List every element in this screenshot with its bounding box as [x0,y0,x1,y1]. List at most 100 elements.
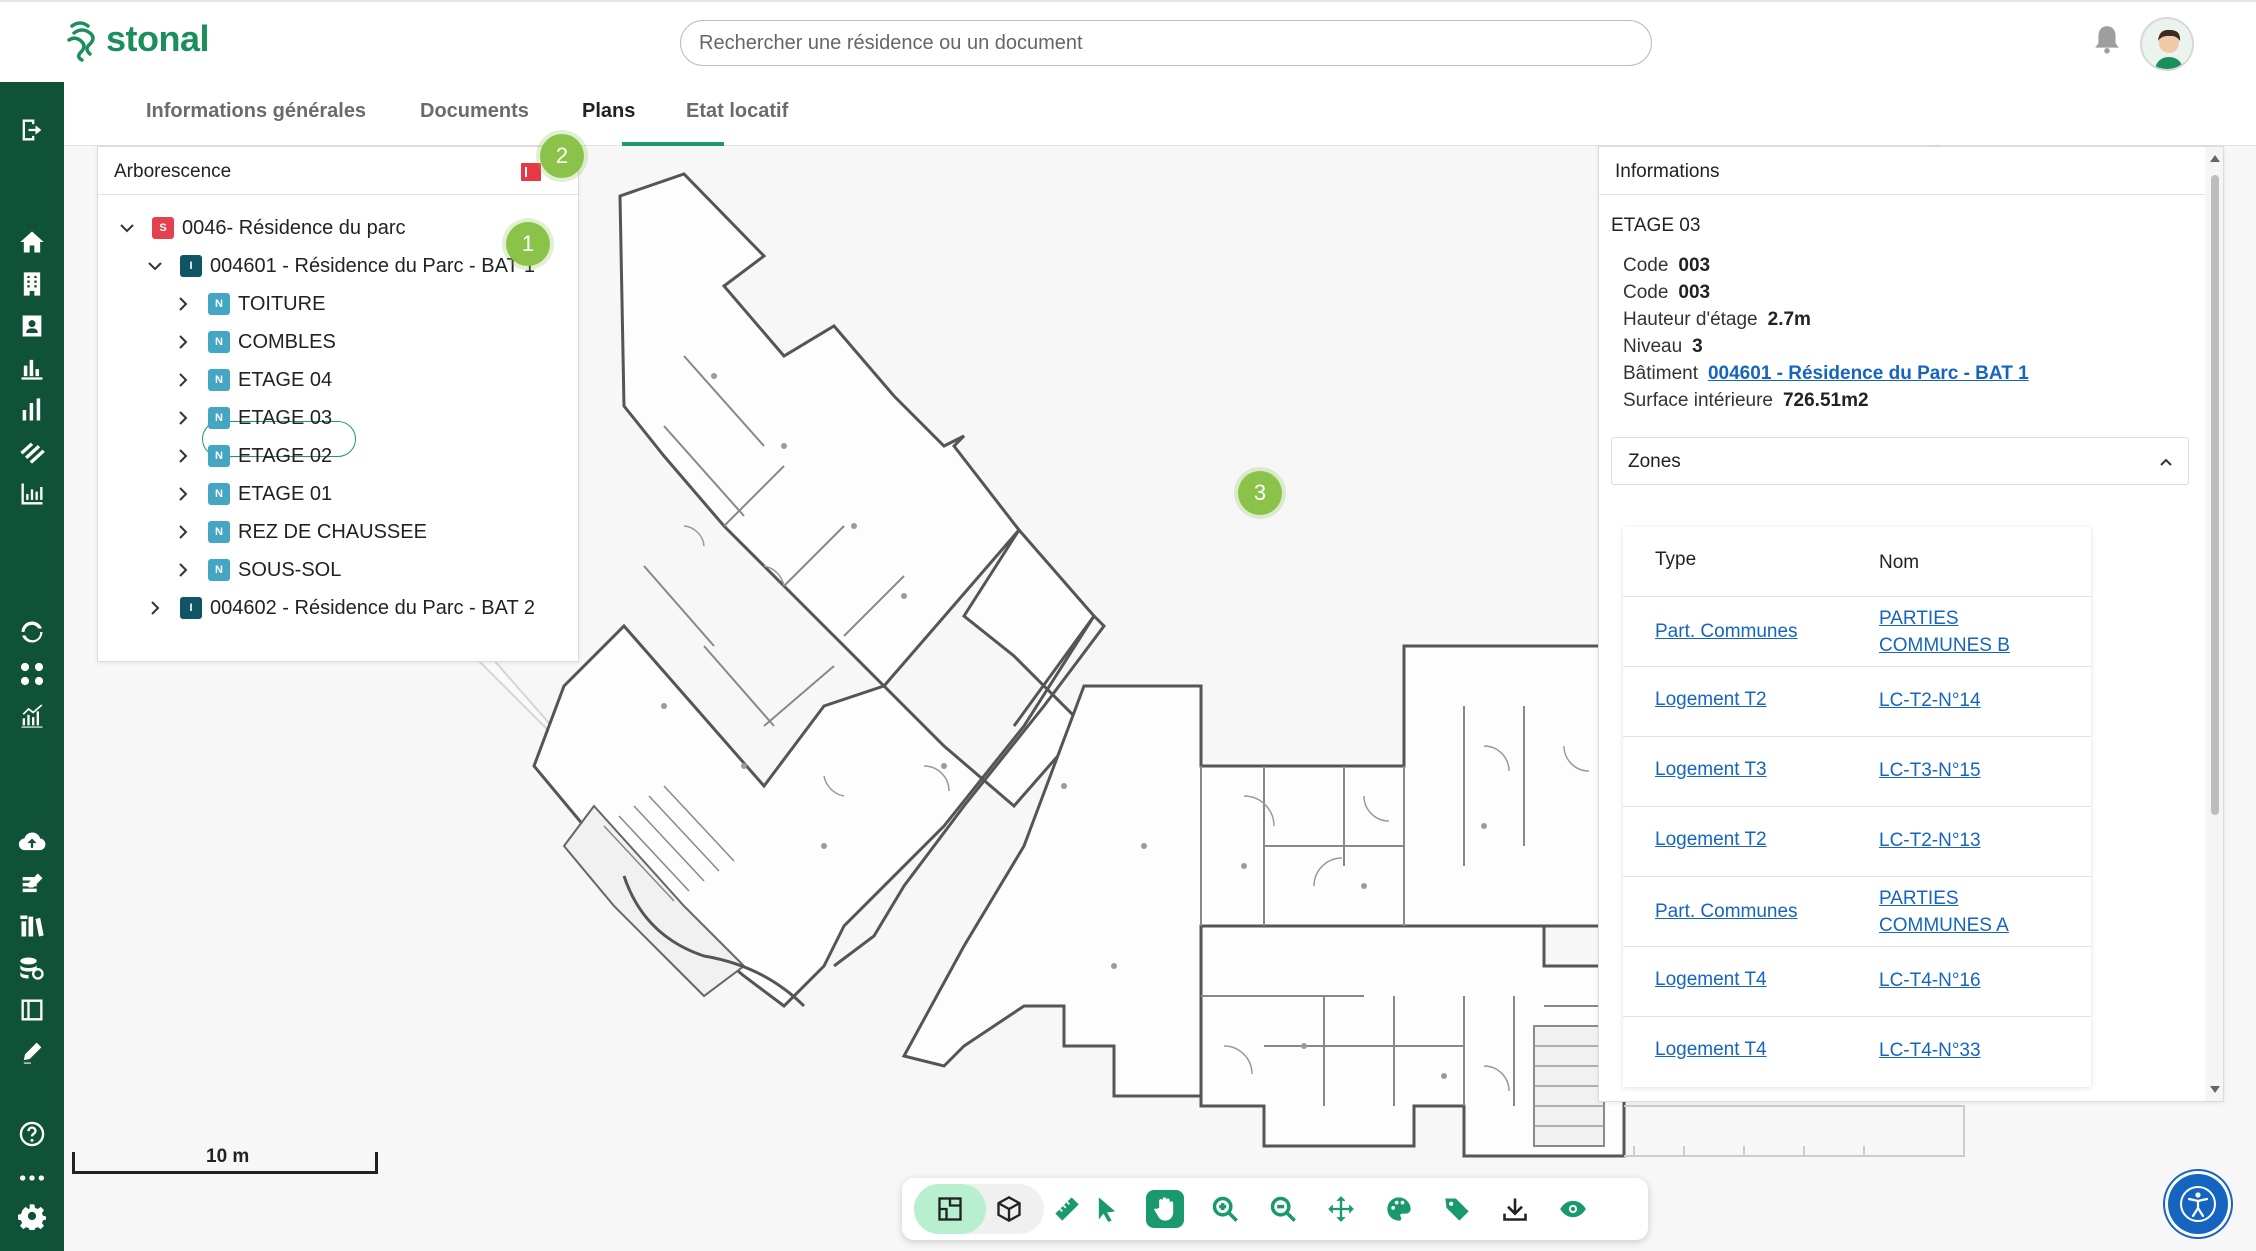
search-input[interactable] [680,20,1652,66]
tab-plans[interactable]: Plans [582,82,635,146]
tree-item-label: ETAGE 03 [238,406,333,429]
eye-icon[interactable] [1554,1190,1592,1228]
zoom-in-icon[interactable] [1206,1190,1244,1228]
bell-icon[interactable] [2094,24,2120,54]
table-row: Part. Communes PARTIES COMMUNES B [1623,597,2091,667]
chevron-right-icon[interactable] [174,371,192,389]
analytics-icon[interactable] [16,478,48,510]
chevron-right-icon[interactable] [174,333,192,351]
level-badge: N [208,407,230,429]
home-icon[interactable] [16,226,48,258]
chevron-down-icon[interactable] [118,219,136,237]
tree-item-bat1[interactable]: I 004601 - Résidence du Parc - BAT 1 [146,251,535,281]
chevron-right-icon[interactable] [174,409,192,427]
accessibility-button[interactable] [2168,1174,2228,1234]
zone-type-link[interactable]: Logement T4 [1655,969,1767,991]
zone-name-link[interactable]: LC-T2-N°14 [1879,687,2059,714]
tab-etat-locatif[interactable]: Etat locatif [686,82,788,146]
tree-item-combles[interactable]: N COMBLES [174,327,336,357]
building-badge: I [180,597,202,619]
logout-icon[interactable] [16,114,48,146]
tree-item-etage-03[interactable]: N ETAGE 03 [174,403,332,433]
chevron-right-icon[interactable] [174,523,192,541]
zone-name-link[interactable]: LC-T4-N°16 [1879,967,2059,994]
avatar[interactable] [2140,17,2194,71]
info-heading: ETAGE 03 [1611,215,1701,236]
tree-item-sous-sol[interactable]: N SOUS-SOL [174,555,341,585]
zone-type-link[interactable]: Logement T2 [1655,689,1767,711]
zones-label: Zones [1628,451,1681,472]
zone-type-link[interactable]: Logement T4 [1655,1039,1767,1061]
tab-informations-generales[interactable]: Informations générales [146,82,366,146]
tree-item-etage-02[interactable]: N ETAGE 02 [174,441,332,471]
tree-item-rez-de-chaussee[interactable]: N REZ DE CHAUSSEE [174,517,427,547]
chevron-right-icon[interactable] [146,599,164,617]
level-badge: N [208,483,230,505]
hand-pan-icon[interactable] [1146,1190,1184,1228]
tab-documents[interactable]: Documents [420,82,529,146]
building-icon[interactable] [16,268,48,300]
zone-type-link[interactable]: Part. Communes [1655,621,1798,643]
tree-item-label: COMBLES [238,330,336,353]
tree-item-toiture[interactable]: N TOITURE [174,289,325,319]
bar-chart-icon[interactable] [16,352,48,384]
zones-accordion[interactable]: Zones [1611,437,2189,485]
pointer-icon[interactable] [1088,1190,1126,1228]
table-row: Logement T3 LC-T3-N°15 [1623,737,2091,807]
chevron-down-icon[interactable] [146,257,164,275]
palette-icon[interactable] [1380,1190,1418,1228]
help-icon[interactable] [16,1118,48,1150]
info-field-building: Bâtiment 004601 - Résidence du Parc - BAT… [1623,363,2029,384]
chevron-up-icon[interactable] [2158,454,2174,470]
tree-item-label: TOITURE [238,292,326,315]
zone-type-link[interactable]: Logement T3 [1655,759,1767,781]
layers-icon[interactable] [16,436,48,468]
tree-item-bat2[interactable]: I 004602 - Résidence du Parc - BAT 2 [146,593,535,623]
zone-type-link[interactable]: Logement T2 [1655,829,1767,851]
stonal-logo[interactable]: stonal [66,16,210,62]
library-icon[interactable] [16,910,48,942]
table-header: Type Nom [1623,527,2091,597]
scroll-up-icon[interactable] [2209,153,2221,163]
tree-item-etage-01[interactable]: N ETAGE 01 [174,479,332,509]
tree-item-etage-04[interactable]: N ETAGE 04 [174,365,332,395]
zone-name-link[interactable]: LC-T3-N°15 [1879,757,2059,784]
scrollbar-thumb[interactable] [2211,175,2219,815]
contact-card-icon[interactable] [16,310,48,342]
close-panel-icon[interactable] [520,161,542,183]
move-icon[interactable] [1322,1190,1360,1228]
zone-type-link[interactable]: Part. Communes [1655,901,1798,923]
zone-name-link[interactable]: PARTIES COMMUNES B [1879,605,2059,659]
table-view-icon[interactable] [16,994,48,1026]
zoom-out-icon[interactable] [1264,1190,1302,1228]
documents-edit-icon[interactable] [16,868,48,900]
chevron-right-icon[interactable] [174,485,192,503]
building-link[interactable]: 004601 - Résidence du Parc - BAT 1 [1708,363,2029,384]
tags-icon[interactable] [1438,1190,1476,1228]
apps-grid-icon[interactable] [16,658,48,690]
3d-cube-icon[interactable] [990,1190,1028,1228]
refresh-gauge-icon[interactable] [16,616,48,648]
stats-icon[interactable] [16,394,48,426]
tree-panel-title: Arborescence [98,147,578,195]
scroll-down-icon[interactable] [2209,1085,2221,1095]
download-icon[interactable] [1496,1190,1534,1228]
chevron-right-icon[interactable] [174,447,192,465]
zone-name-link[interactable]: PARTIES COMMUNES A [1879,885,2059,939]
zone-name-link[interactable]: LC-T2-N°13 [1879,827,2059,854]
chevron-right-icon[interactable] [174,561,192,579]
cloud-upload-icon[interactable] [16,826,48,858]
settings-gear-icon[interactable] [16,1200,48,1232]
ruler-icon[interactable] [1048,1190,1086,1228]
zone-name-link[interactable]: LC-T4-N°33 [1879,1037,2059,1064]
2d-plan-icon[interactable] [931,1190,969,1228]
coins-search-icon[interactable] [16,952,48,984]
tree-item-residence[interactable]: S 0046- Résidence du parc [118,213,405,243]
top-bar: stonal [0,0,2256,82]
callout-badge: 1 [506,222,550,266]
trend-chart-icon[interactable] [16,700,48,732]
pen-icon[interactable] [16,1036,48,1068]
info-panel-title: Informations [1599,147,2223,195]
more-icon[interactable] [16,1162,48,1194]
chevron-right-icon[interactable] [174,295,192,313]
